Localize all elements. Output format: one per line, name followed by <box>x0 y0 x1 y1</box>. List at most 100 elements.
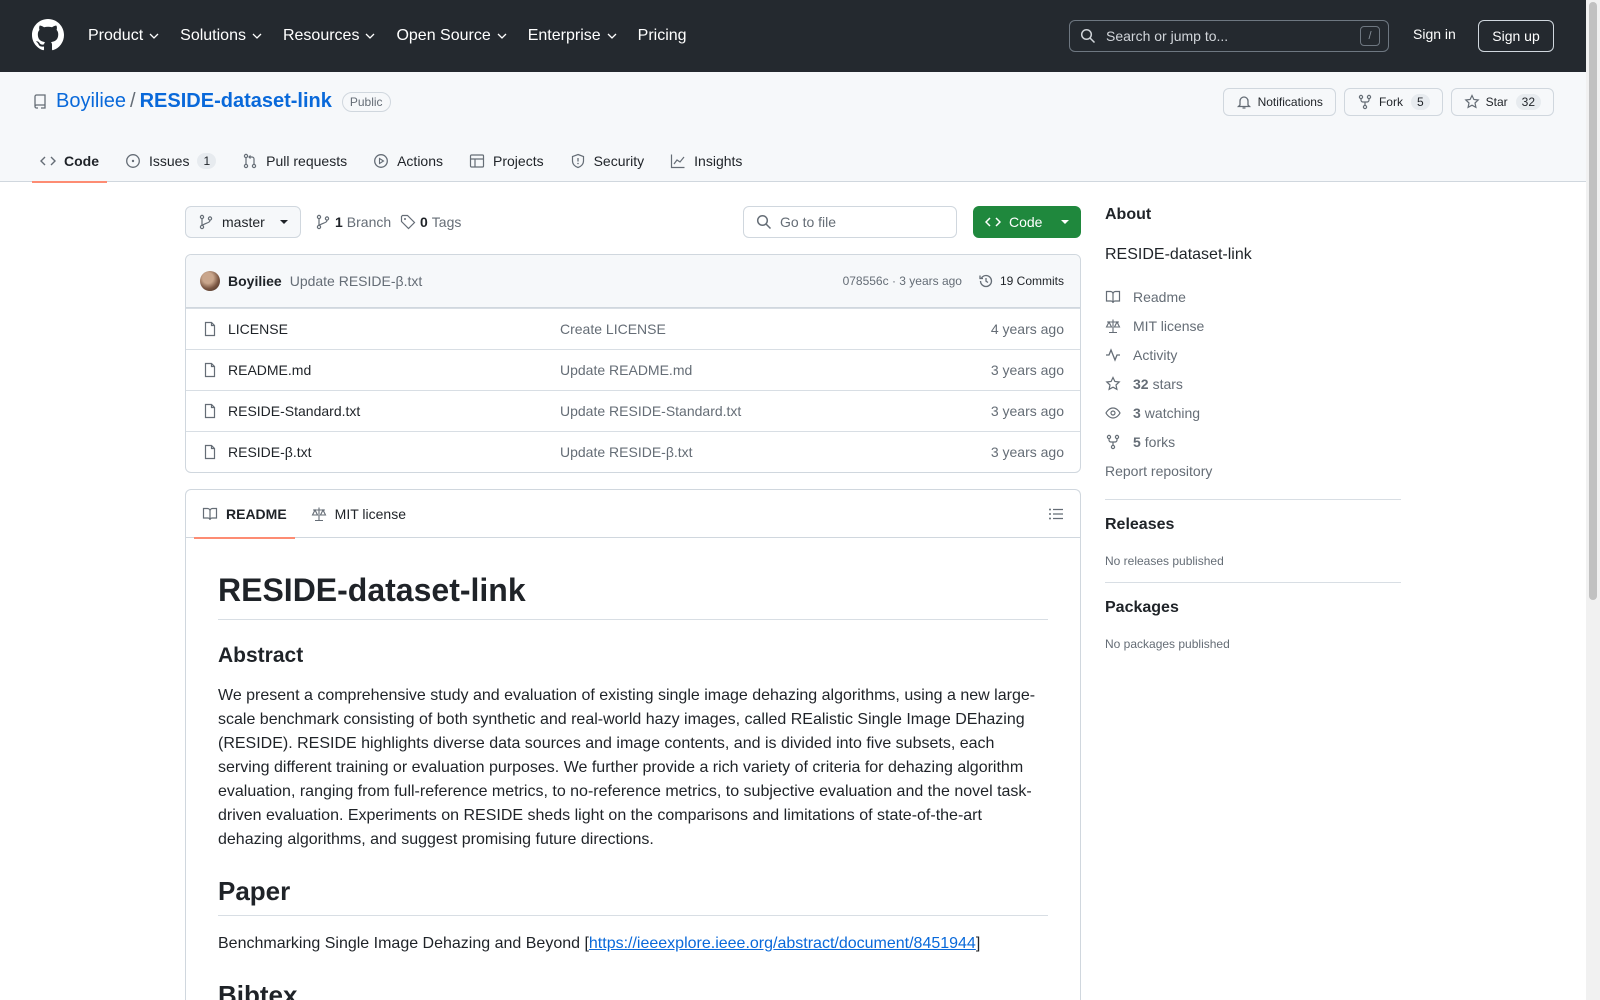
tab-license[interactable]: MIT license <box>303 490 414 538</box>
go-to-file-input[interactable]: Go to file <box>743 206 957 238</box>
file-name[interactable]: README.md <box>228 362 560 378</box>
tab-projects-label: Projects <box>493 153 544 169</box>
file-icon <box>204 403 216 419</box>
divider <box>1105 582 1401 583</box>
nav-solutions[interactable]: Solutions <box>180 24 263 48</box>
nav-enterprise-label: Enterprise <box>527 27 601 44</box>
packages-empty-text: No packages published <box>1105 637 1230 651</box>
sidebar-item-stars[interactable]: 32 stars <box>1105 369 1401 398</box>
tag-count: 0 <box>420 214 428 230</box>
fork-button[interactable]: Fork 5 <box>1343 88 1443 116</box>
packages-heading[interactable]: Packages <box>1105 599 1401 617</box>
repo-title: Boyiliee / RESIDE-dataset-link Public <box>32 90 391 113</box>
page-scrollbar[interactable] <box>1586 0 1600 1000</box>
commit-author[interactable]: Boyiliee <box>228 273 282 289</box>
nav-pricing[interactable]: Pricing <box>638 24 687 48</box>
table-icon <box>469 154 485 168</box>
branches-link[interactable]: 1 Branch <box>315 214 391 230</box>
repo-name-link[interactable]: RESIDE-dataset-link <box>140 90 332 113</box>
about-links: Readme MIT license Activity 32 stars 3 w… <box>1105 282 1401 485</box>
sidebar-item-label: Activity <box>1133 346 1178 363</box>
graph-icon <box>671 154 685 169</box>
sidebar-item-watching[interactable]: 3 watching <box>1105 398 1401 427</box>
tags-link[interactable]: 0 Tags <box>400 214 461 230</box>
readme-panel: README MIT license RESIDE-dataset-link A… <box>185 489 1081 1000</box>
sidebar-item-readme[interactable]: Readme <box>1105 282 1401 311</box>
file-icon <box>204 321 216 337</box>
branch-count-label: Branch <box>346 214 392 230</box>
file-commit-message[interactable]: Update README.md <box>560 362 692 378</box>
file-name[interactable]: RESIDE-Standard.txt <box>228 403 560 419</box>
code-button-label: Code <box>1009 214 1043 230</box>
tab-projects[interactable]: Projects <box>461 140 552 182</box>
nav-resources[interactable]: Resources <box>283 24 376 48</box>
sidebar-item-license[interactable]: MIT license <box>1105 311 1401 340</box>
tab-readme-label: README <box>226 505 287 522</box>
issues-count: 1 <box>197 153 217 169</box>
github-logo-icon[interactable] <box>32 19 64 51</box>
nav-enterprise[interactable]: Enterprise <box>528 24 618 48</box>
sign-in-link[interactable]: Sign in <box>1413 26 1456 42</box>
nav-open-source[interactable]: Open Source <box>396 24 507 48</box>
file-commit-message[interactable]: Create LICENSE <box>560 321 666 337</box>
fork-label: Fork <box>1378 95 1403 109</box>
table-row: README.md Update README.md 3 years ago <box>186 349 1080 390</box>
repo-sidebar: About RESIDE-dataset-link Readme MIT lic… <box>1105 206 1401 651</box>
commit-history-link[interactable]: 19 Commits <box>978 273 1064 289</box>
paper-text: Benchmarking Single Image Dehazing and B… <box>218 935 589 952</box>
sidebar-item-activity[interactable]: Activity <box>1105 340 1401 369</box>
file-commit-time: 3 years ago <box>990 362 1064 378</box>
git-branch-icon <box>199 214 213 230</box>
paper-heading: Paper <box>218 876 1048 916</box>
nav-product[interactable]: Product <box>88 24 160 48</box>
file-commit-message[interactable]: Update RESIDE-β.txt <box>560 444 693 460</box>
releases-heading[interactable]: Releases <box>1105 516 1401 534</box>
report-repository-label: Report repository <box>1105 462 1213 479</box>
avatar[interactable] <box>200 271 220 291</box>
forks-count: 5 <box>1133 433 1141 450</box>
star-icon <box>1105 375 1121 390</box>
scrollbar-thumb[interactable] <box>1589 2 1597 600</box>
file-browser: Boyiliee Update RESIDE-β.txt 078556c · 3… <box>185 254 1081 473</box>
file-name[interactable]: LICENSE <box>228 321 560 337</box>
branch-selector[interactable]: master <box>185 206 301 238</box>
file-icon <box>204 444 216 460</box>
git-pull-request-icon <box>243 153 257 169</box>
tab-pull-requests[interactable]: Pull requests <box>234 140 355 182</box>
nav-solutions-label: Solutions <box>180 27 246 44</box>
repo-owner-link[interactable]: Boyiliee <box>56 90 126 113</box>
tab-actions-label: Actions <box>397 153 444 169</box>
list-unordered-icon[interactable] <box>1048 506 1064 522</box>
repository-header: Boyiliee / RESIDE-dataset-link Public No… <box>0 72 1586 183</box>
commit-message[interactable]: Update RESIDE-β.txt <box>290 273 423 289</box>
sidebar-item-label: Readme <box>1133 288 1186 305</box>
paper-link[interactable]: https://ieeexplore.ieee.org/abstract/doc… <box>589 935 976 952</box>
tab-security[interactable]: Security <box>562 140 653 182</box>
stars-count: 32 <box>1133 375 1149 392</box>
history-icon <box>979 274 993 288</box>
file-commit-message[interactable]: Update RESIDE-Standard.txt <box>560 403 741 419</box>
nav-resources-label: Resources <box>282 27 360 44</box>
branch-count: 1 <box>335 214 343 230</box>
code-button[interactable]: Code <box>973 206 1081 238</box>
file-name[interactable]: RESIDE-β.txt <box>228 444 560 460</box>
tab-code[interactable]: Code <box>32 140 107 183</box>
notifications-button[interactable]: Notifications <box>1222 88 1336 116</box>
bibtex-heading: Bibtex <box>218 980 1048 1000</box>
search-input[interactable]: Search or jump to... / <box>1069 20 1389 52</box>
tab-issues[interactable]: Issues 1 <box>117 140 224 182</box>
readme-body: RESIDE-dataset-link Abstract We present … <box>186 572 1080 1000</box>
chevron-down-icon <box>365 33 375 39</box>
sign-up-button[interactable]: Sign up <box>1478 20 1554 52</box>
tab-insights[interactable]: Insights <box>662 140 750 182</box>
tab-readme[interactable]: README <box>194 490 295 539</box>
star-button[interactable]: Star 32 <box>1450 88 1554 116</box>
global-header: Product Solutions Resources Open Source … <box>0 0 1586 72</box>
law-icon <box>1105 319 1121 333</box>
sidebar-item-forks[interactable]: 5 forks <box>1105 427 1401 456</box>
nav-pricing-label: Pricing <box>637 27 687 44</box>
report-repository-link[interactable]: Report repository <box>1105 456 1401 485</box>
commit-meta[interactable]: 078556c · 3 years ago <box>843 274 962 288</box>
tab-actions[interactable]: Actions <box>365 140 451 182</box>
table-row: RESIDE-β.txt Update RESIDE-β.txt 3 years… <box>186 431 1080 472</box>
